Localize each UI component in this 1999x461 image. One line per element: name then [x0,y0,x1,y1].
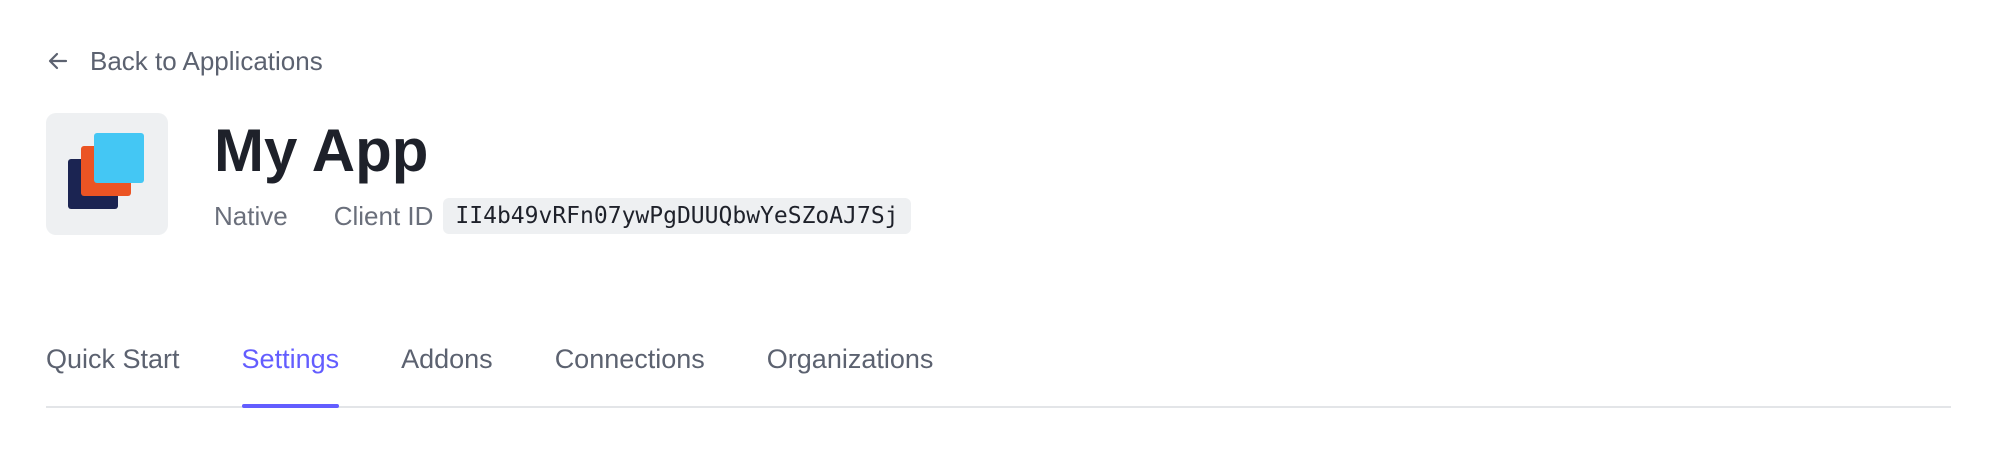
app-type: Native [214,200,288,231]
back-link-label: Back to Applications [90,45,323,76]
app-title: My App [214,117,429,184]
app-meta: Native Client ID II4b49vRFn07ywPgDUUQbwY… [214,196,911,236]
app-tabs: Quick Start Settings Addons Connections … [46,334,1951,408]
app-logo [46,113,168,235]
tab-quick-start[interactable]: Quick Start [46,334,180,406]
tab-organizations[interactable]: Organizations [767,334,934,406]
tab-addons[interactable]: Addons [401,334,493,406]
client-id-value[interactable]: II4b49vRFn07ywPgDUUQbwYeSZoAJ7Sj [443,198,911,234]
client-id-label: Client ID [333,200,434,231]
tab-connections[interactable]: Connections [555,334,705,406]
back-to-applications-link[interactable]: Back to Applications [46,40,323,82]
tab-settings[interactable]: Settings [241,334,339,408]
arrow-left-icon [46,49,70,73]
